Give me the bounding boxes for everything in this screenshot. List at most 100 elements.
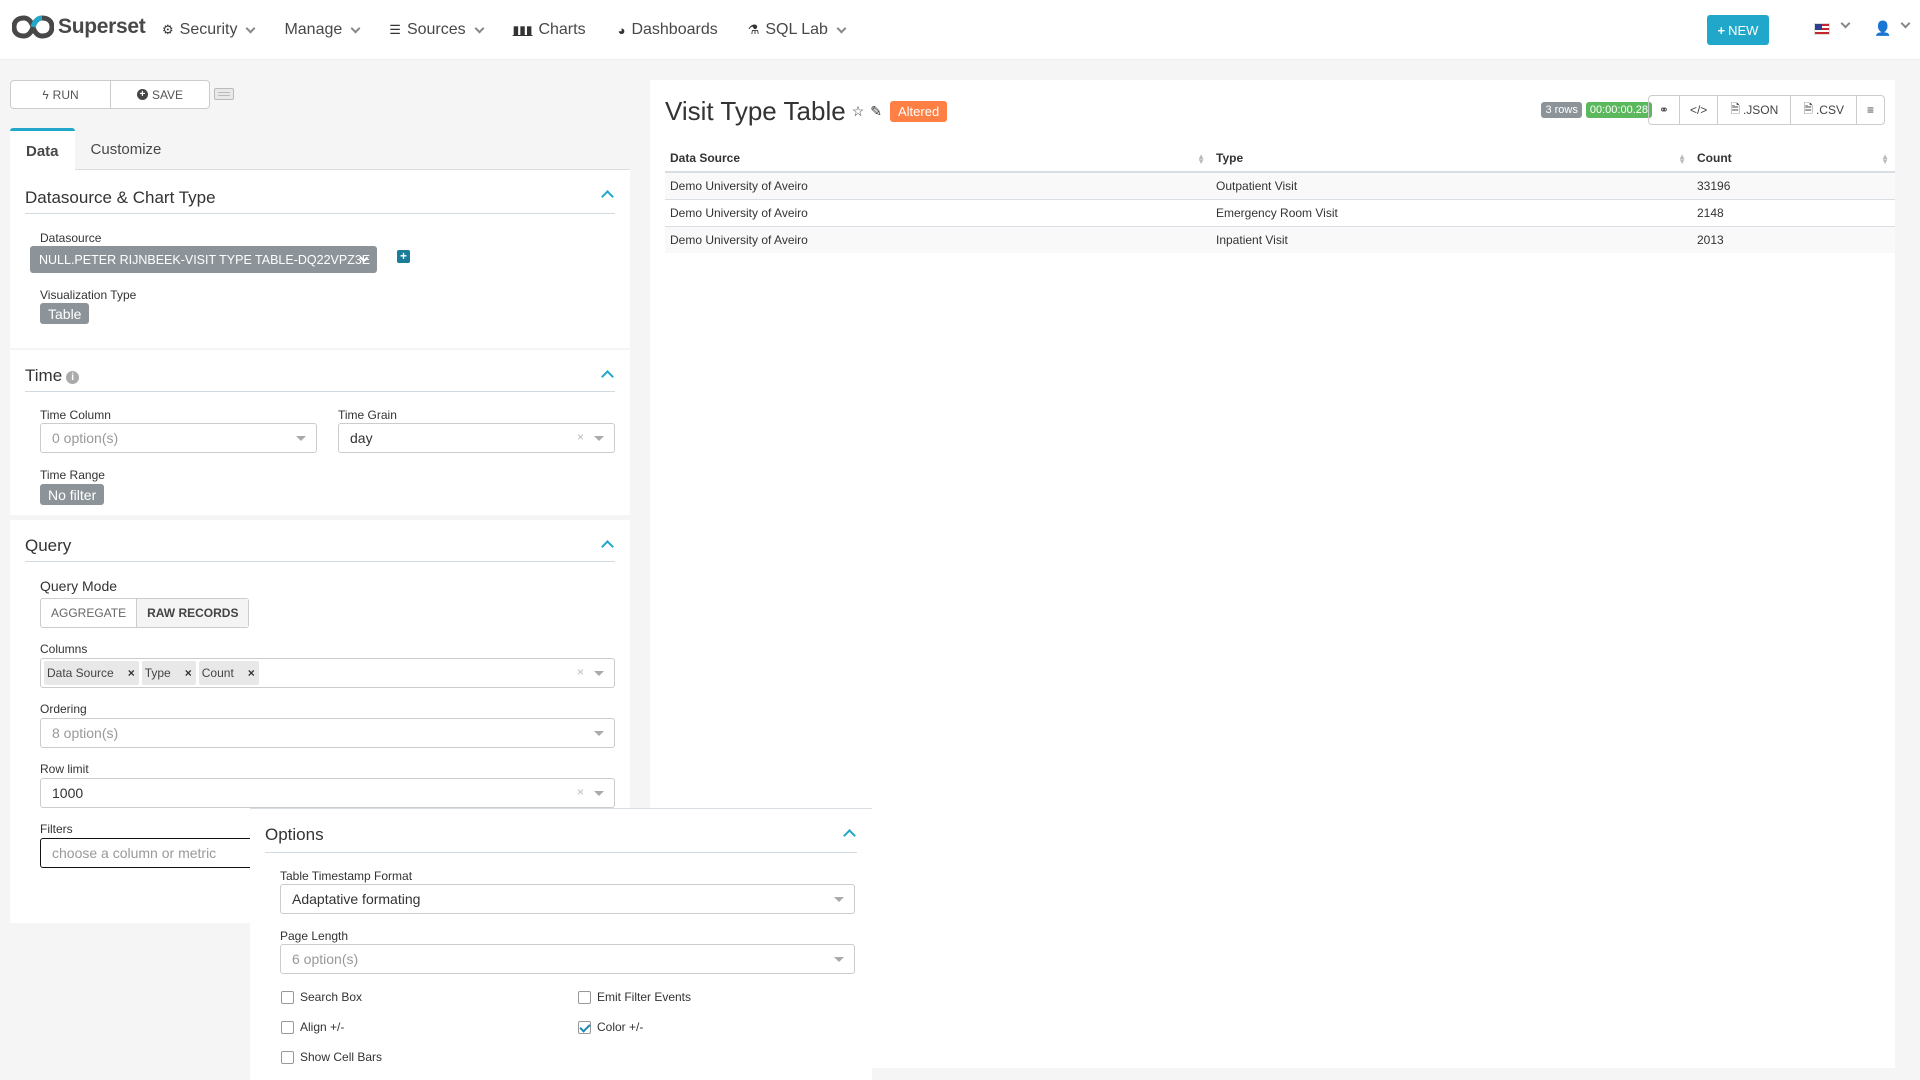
dropdown-arrow-icon [594,671,604,676]
ordering-select[interactable]: 8 option(s) [40,718,615,748]
new-button[interactable]: + NEW [1707,15,1769,45]
sort-icon[interactable]: ▲ ▼ [1678,153,1686,166]
save-button[interactable]: + SAVE [110,81,209,108]
remove-icon[interactable]: × [128,666,135,680]
more-menu-button[interactable]: ≡ [1855,96,1884,124]
viz-type-button[interactable]: Table [40,303,90,324]
collapse-icon[interactable] [601,540,614,553]
row-limit-select[interactable]: 1000 × [40,778,615,808]
altered-badge[interactable]: Altered [889,101,948,122]
time-column-select[interactable]: 0 option(s) [40,423,317,453]
column-tag-label: Type [144,666,171,680]
datasource-value: NULL.PETER RIJNBEEK-VISIT TYPE TABLE-DQ2… [39,252,371,267]
export-json-button[interactable]: 🗎 .JSON [1717,96,1790,124]
keyboard-shortcuts-icon[interactable] [214,88,234,100]
time-range-label: Time Range [40,468,105,482]
checkbox[interactable] [281,990,294,1004]
columns-select[interactable]: Data Source × Type × Count × × [40,658,615,688]
emit-filter-events-checkbox[interactable]: Emit Filter Events [578,990,691,1004]
nav-dashboards[interactable]: ◕ Dashboards [618,21,718,39]
embed-code-button[interactable]: </> [1678,96,1717,124]
bolt-icon: ϟ [42,87,49,102]
new-button-label: NEW [1728,22,1759,38]
run-button[interactable]: ϟ RUN [11,81,110,108]
chevron-down-icon [474,23,485,33]
nav-security[interactable]: ⚙ Security [162,21,256,39]
search-box-checkbox[interactable]: Search Box [281,990,362,1004]
table-cell: Demo University of Aveiro [665,199,1211,227]
nav-manage[interactable]: Manage [284,21,361,39]
row-limit-value: 1000 [52,785,84,801]
share-link-button[interactable]: ⚭ [1649,96,1679,124]
column-tag-label: Data Source [47,666,114,680]
chart-actions: ⚭ </> 🗎 .JSON 🗎 .CSV ≡ [1647,95,1885,125]
menu-icon: ≡ [1866,103,1874,117]
nav-security-label: Security [179,21,238,38]
table-header-row: Data Source ▲ ▼ Type ▲ ▼ Count ▲ ▼ [665,145,1895,173]
filters-input[interactable]: choose a column or metric [40,838,260,868]
save-button-label: SAVE [151,87,184,102]
remove-icon[interactable]: × [185,666,192,680]
export-json-label: .JSON [1742,103,1779,117]
language-chevron-down-icon[interactable] [1840,18,1851,29]
user-chevron-down-icon[interactable] [1900,18,1911,29]
superset-logo[interactable]: Superset [12,14,146,40]
collapse-icon[interactable] [601,370,614,383]
sort-icon[interactable]: ▲ ▼ [1197,153,1205,166]
checkbox-label: Emit Filter Events [597,990,692,1004]
nav-sources[interactable]: ☰ Sources [389,21,485,39]
tab-data[interactable]: Data [10,128,75,171]
chart-title[interactable]: Visit Type Table [665,96,846,127]
tab-customize[interactable]: Customize [75,128,178,170]
checkbox[interactable] [281,1050,294,1064]
divider [25,213,615,214]
align-checkbox[interactable]: Align +/- [281,1020,344,1034]
timestamp-format-select[interactable]: Adaptative formating [280,884,855,914]
us-flag-icon[interactable] [1814,23,1830,35]
dropdown-arrow-icon [594,436,604,441]
column-tag: Data Source × [44,661,139,685]
csv-file-icon: 🗎 [1803,101,1813,116]
time-grain-select[interactable]: day × [338,423,615,453]
checkbox[interactable] [281,1020,294,1034]
column-header-count[interactable]: Count ▲ ▼ [1692,145,1895,173]
row-count-badge: 3 rows [1541,102,1582,118]
column-header-type[interactable]: Type ▲ ▼ [1211,145,1692,173]
datasource-select[interactable]: NULL.PETER RIJNBEEK-VISIT TYPE TABLE-DQ2… [30,246,377,273]
query-mode-aggregate[interactable]: AGGREGATE [41,599,136,627]
collapse-icon[interactable] [843,829,856,842]
nav-charts[interactable]: ▮▮▮ Charts [513,21,586,39]
time-range-button[interactable]: No filter [40,484,105,505]
clear-icon[interactable]: × [577,665,584,679]
code-icon: </> [1689,103,1708,117]
section-title: Options [265,825,324,844]
query-mode-raw-records[interactable]: RAW RECORDS [136,599,249,627]
collapse-icon[interactable] [601,190,614,203]
export-csv-button[interactable]: 🗎 .CSV [1790,96,1856,124]
page-length-select[interactable]: 6 option(s) [280,944,855,974]
filters-placeholder: choose a column or metric [52,845,217,861]
dashboard-icon: ◕ [617,22,626,38]
chevron-down-icon [246,23,256,33]
user-icon[interactable]: 👤 [1874,20,1891,37]
sort-icon[interactable]: ▲ ▼ [1881,153,1889,166]
time-grain-value: day [350,430,373,446]
clear-icon[interactable]: × [577,785,584,799]
checkbox-checked[interactable] [578,1020,591,1034]
star-icon[interactable]: ☆ [852,103,865,120]
datasource-label: Datasource [40,231,102,245]
color-checkbox[interactable]: Color +/- [578,1020,643,1034]
info-icon[interactable]: i [66,371,80,384]
nav-sql-lab[interactable]: ⚗ SQL Lab [748,21,847,39]
column-header-data-source[interactable]: Data Source ▲ ▼ [665,145,1211,173]
add-datasource-icon[interactable]: + [397,250,410,263]
edit-icon[interactable]: ✎ [870,103,882,120]
time-column-label: Time Column [40,408,111,422]
divider [265,852,857,853]
query-mode-toggle: AGGREGATE RAW RECORDS [40,598,250,628]
table-cell: 2148 [1692,199,1895,227]
show-cell-bars-checkbox[interactable]: Show Cell Bars [281,1050,382,1064]
clear-icon[interactable]: × [577,430,584,444]
remove-icon[interactable]: × [248,666,255,680]
checkbox[interactable] [578,990,591,1004]
